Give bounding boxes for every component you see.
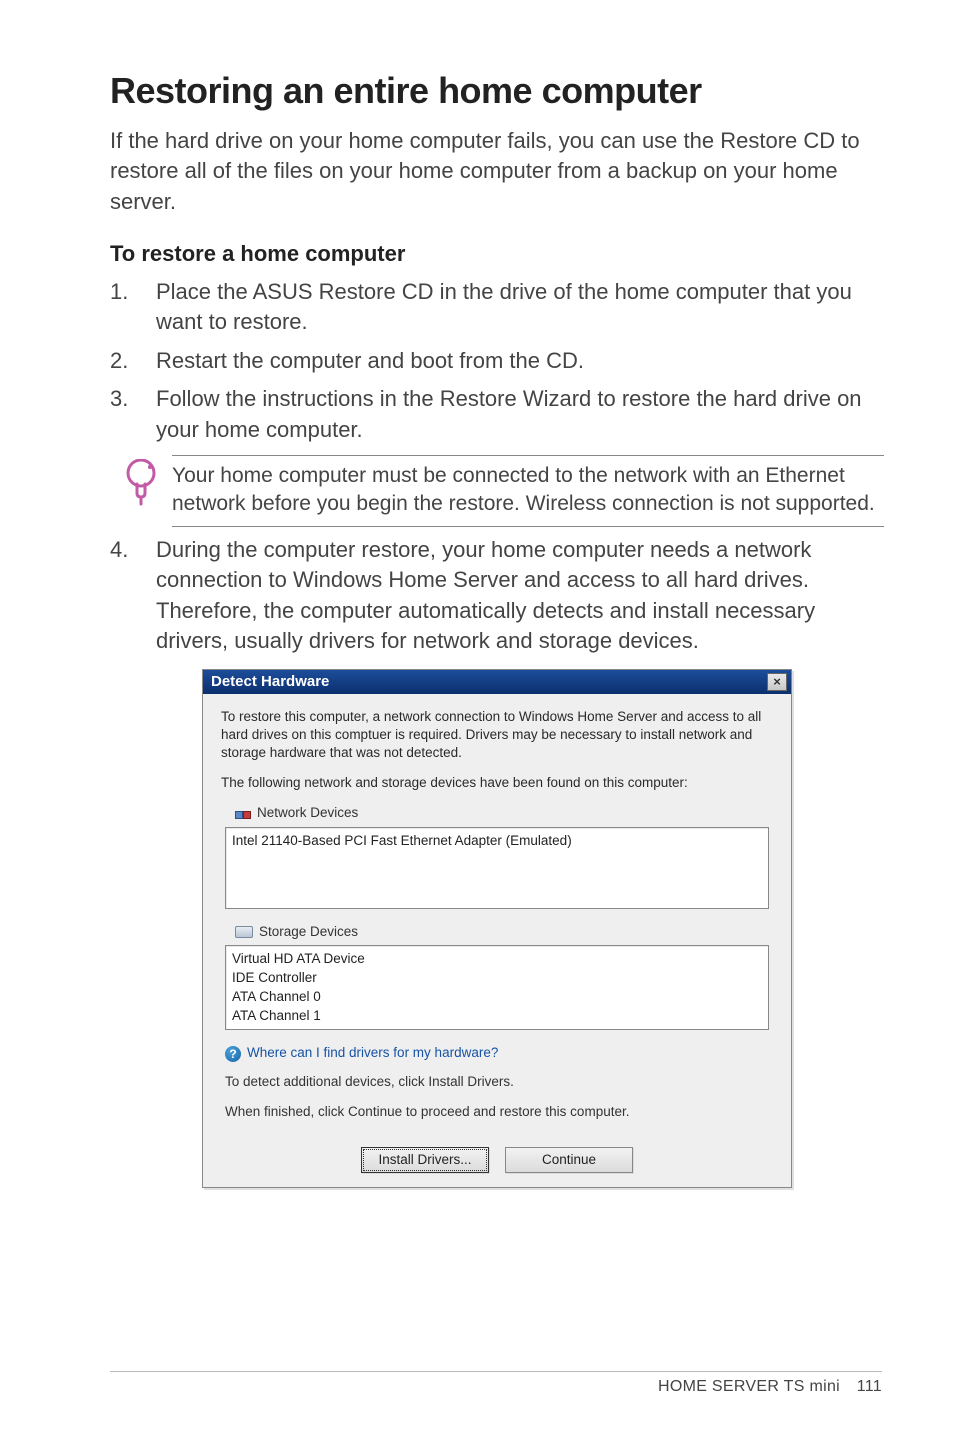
step-3: Follow the instructions in the Restore W… (110, 384, 884, 445)
dialog-body: To restore this computer, a network conn… (203, 694, 791, 1188)
network-devices-text: Network Devices (257, 804, 358, 822)
network-devices-label: Network Devices (235, 804, 773, 822)
list-item: ATA Channel 1 (232, 1007, 762, 1026)
footer-product: HOME SERVER TS mini (658, 1378, 840, 1395)
dialog-paragraph-1: To restore this computer, a network conn… (221, 708, 773, 763)
storage-devices-text: Storage Devices (259, 923, 358, 941)
network-icon (235, 808, 251, 820)
continue-button[interactable]: Continue (505, 1147, 633, 1173)
close-button[interactable]: × (767, 673, 787, 691)
footer-page-number: 111 (857, 1378, 882, 1395)
list-item: Intel 21140-Based PCI Fast Ethernet Adap… (232, 832, 762, 851)
detect-hardware-dialog: Detect Hardware × To restore this comput… (202, 669, 792, 1189)
dialog-title: Detect Hardware (211, 673, 329, 690)
note-callout: Your home computer must be connected to … (124, 455, 884, 527)
steps-list: Place the ASUS Restore CD in the drive o… (110, 277, 884, 445)
list-item: IDE Controller (232, 969, 762, 988)
help-link-text: Where can I find drivers for my hardware… (247, 1044, 498, 1062)
install-drivers-button[interactable]: Install Drivers... (361, 1147, 489, 1173)
steps-list-cont: During the computer restore, your home c… (110, 535, 884, 656)
page-title: Restoring an entire home computer (110, 70, 884, 112)
note-text: Your home computer must be connected to … (172, 462, 884, 518)
help-link[interactable]: ? Where can I find drivers for my hardwa… (225, 1044, 773, 1062)
page-footer: HOME SERVER TS mini 111 (110, 1371, 882, 1396)
step-1: Place the ASUS Restore CD in the drive o… (110, 277, 884, 338)
instruction-2: When finished, click Continue to proceed… (225, 1103, 773, 1121)
storage-devices-label: Storage Devices (235, 923, 773, 941)
intro-paragraph: If the hard drive on your home computer … (110, 126, 884, 217)
drive-icon (235, 926, 253, 938)
step-4: During the computer restore, your home c… (110, 535, 884, 656)
step-2: Restart the computer and boot from the C… (110, 346, 884, 376)
list-item: Virtual HD ATA Device (232, 950, 762, 969)
dialog-button-row: Install Drivers... Continue (221, 1133, 773, 1173)
instruction-1: To detect additional devices, click Inst… (225, 1073, 773, 1091)
storage-devices-list[interactable]: Virtual HD ATA Device IDE Controller ATA… (225, 945, 769, 1031)
dialog-paragraph-2: The following network and storage device… (221, 774, 773, 792)
list-item: ATA Channel 0 (232, 988, 762, 1007)
dialog-titlebar: Detect Hardware × (203, 670, 791, 694)
network-devices-list[interactable]: Intel 21140-Based PCI Fast Ethernet Adap… (225, 827, 769, 909)
help-icon: ? (225, 1046, 241, 1062)
tip-bulb-icon (124, 459, 158, 512)
subheading: To restore a home computer (110, 241, 884, 267)
